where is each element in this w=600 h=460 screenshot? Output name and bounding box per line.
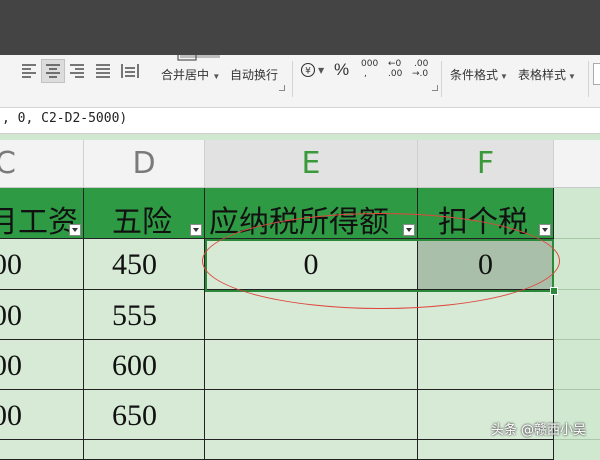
cell-d3[interactable]: 555 [84,290,205,340]
percent-button[interactable]: % [334,60,349,80]
cell-g4[interactable] [554,340,600,390]
merge-center-icon [177,55,197,61]
column-header-f[interactable]: F [418,140,554,188]
fill-handle[interactable] [550,287,558,295]
cell-value: 450 [112,248,157,281]
column-letter: C [0,146,16,181]
distributed-align-icon[interactable] [120,62,140,80]
cell-value: 00 [0,248,22,281]
cell-c4[interactable]: 00 [0,340,84,390]
column-header-e[interactable]: E [205,140,418,188]
cell-value: 00 [0,349,22,382]
cell-c5[interactable]: 00 [0,390,84,440]
justify-icon[interactable] [94,62,114,80]
cell-e4[interactable] [205,340,418,390]
ribbon-separator [292,61,293,97]
merge-center-label: 合并居中 [161,68,210,82]
chevron-down-icon: ▼ [212,72,221,81]
cell-g2[interactable] [554,239,600,290]
currency-icon[interactable]: ¥ [300,62,316,78]
cell-value: 650 [112,399,157,432]
filter-dropdown-icon[interactable] [539,224,551,236]
watermark: 头条 @赣西小吴 [490,423,586,438]
alignment-dialog-launcher-icon[interactable] [279,85,285,91]
cell-e6[interactable] [205,440,418,460]
svg-text:¥: ¥ [305,67,311,77]
header-cell-g[interactable] [554,188,600,239]
filter-dropdown-icon[interactable] [69,224,81,236]
increase-decimal-top[interactable]: ←0 [388,60,401,69]
ribbon-toolbar: 合并居中 ▼ 自动换行 ¥ ▼ % 000 , ←0 .00 .00 →.0 条… [0,55,600,108]
chevron-down-icon: ▼ [500,72,508,81]
header-cell-salary[interactable]: 月工资 [0,188,84,239]
header-text: 月工资 [0,206,78,239]
column-letter: D [132,146,156,181]
column-letter: E [301,146,321,181]
table-style-label: 表格样式 [518,68,567,82]
cell-d2[interactable]: 450 [84,239,205,290]
ribbon-separator [588,61,589,97]
table-style-button[interactable]: 表格样式 ▼ [518,66,576,83]
decrease-decimal-bottom: →.0 [412,69,429,79]
title-bar [0,0,600,55]
increase-decimal-bottom: .00 [388,69,403,79]
cell-c6[interactable] [0,440,84,460]
annotation-ellipse [202,213,560,309]
column-header-c[interactable]: C [0,140,84,188]
align-left-icon[interactable] [20,62,40,80]
thousands-bottom: , [364,69,367,79]
align-right-icon[interactable] [68,62,88,80]
conditional-format-button[interactable]: 条件格式 ▼ [450,66,508,83]
cell-c2[interactable]: 00 [0,239,84,290]
cell-c3[interactable]: 00 [0,290,84,340]
merge-center-button[interactable]: 合并居中 ▼ [161,66,220,83]
align-center-icon [46,64,60,78]
auto-wrap-label: 自动换行 [230,68,279,82]
ribbon-separator [441,61,442,97]
cell-f4[interactable] [418,340,554,390]
decrease-decimal-top[interactable]: .00 [414,60,428,69]
align-center-button[interactable] [41,59,65,83]
auto-wrap-button[interactable]: 自动换行 [230,66,278,83]
cell-value: 555 [112,299,157,332]
column-header-d[interactable]: D [84,140,205,188]
formula-text[interactable]: , 0, C2-D2-5000) [2,111,127,126]
chevron-down-icon[interactable]: ▼ [318,66,324,75]
thousands-top[interactable]: 000 [361,60,378,69]
cell-d6[interactable] [84,440,205,460]
column-header-g[interactable] [554,140,600,188]
cell-d5[interactable]: 650 [84,390,205,440]
cell-value: 00 [0,299,22,332]
number-dialog-launcher-icon[interactable] [432,85,438,91]
column-letter: F [476,146,495,181]
formula-bar[interactable]: , 0, C2-D2-5000) [0,108,600,134]
cell-d4[interactable]: 600 [84,340,205,390]
ribbon-overflow-button[interactable] [593,63,600,85]
header-cell-insurance[interactable]: 五险 [84,188,205,239]
cell-value: 00 [0,399,22,432]
header-text: 五险 [112,206,172,239]
cell-e5[interactable] [205,390,418,440]
conditional-format-label: 条件格式 [450,68,499,82]
cell-value: 600 [112,349,157,382]
cell-g3[interactable] [554,290,600,340]
cell-f6[interactable] [418,440,554,460]
chevron-down-icon: ▼ [568,72,576,81]
filter-dropdown-icon[interactable] [190,224,202,236]
